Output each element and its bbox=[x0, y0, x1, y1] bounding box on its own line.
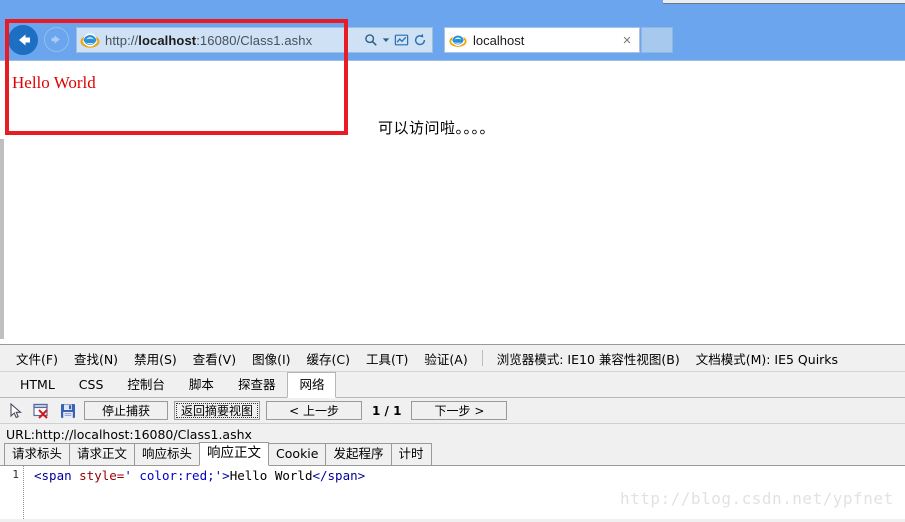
code-token-bracket: > bbox=[222, 468, 230, 483]
browser-mode-label[interactable]: 浏览器模式: IE10 兼容性视图(B) bbox=[489, 349, 688, 368]
address-bar-text[interactable]: http://localhost:16080/Class1.ashx bbox=[100, 33, 364, 48]
subtab-response-body[interactable]: 响应正文 bbox=[199, 441, 270, 466]
forward-arrow-icon bbox=[51, 35, 60, 44]
refresh-icon[interactable] bbox=[413, 33, 427, 47]
code-token-tag-end: </span> bbox=[312, 468, 366, 483]
address-path: :16080/Class1.ashx bbox=[196, 32, 313, 48]
background-window-edge bbox=[663, 0, 905, 4]
step-pager-label: 1 / 1 bbox=[372, 403, 402, 418]
menubar-divider bbox=[481, 350, 483, 366]
tab-title[interactable]: localhost bbox=[467, 33, 619, 48]
address-host: localhost bbox=[138, 32, 197, 48]
stop-capture-button[interactable]: 停止捕获 bbox=[84, 401, 168, 420]
subtab-request-body[interactable]: 请求正文 bbox=[69, 443, 136, 465]
clear-capture-icon[interactable] bbox=[32, 401, 52, 421]
compatibility-view-icon[interactable] bbox=[394, 33, 409, 47]
menu-images[interactable]: 图像(I) bbox=[244, 349, 298, 368]
back-button[interactable] bbox=[8, 25, 38, 55]
tab-favicon-internet-explorer-icon bbox=[449, 34, 467, 47]
browser-window: http://localhost:16080/Class1.ashx local… bbox=[0, 0, 905, 522]
page-chinese-note: 可以访问啦。。。。 bbox=[378, 119, 496, 137]
forward-button[interactable] bbox=[44, 27, 69, 52]
code-token-tag-open: <span bbox=[34, 468, 80, 483]
address-bar-icons bbox=[364, 33, 432, 47]
page-scrollbar[interactable] bbox=[0, 139, 4, 339]
window-titlebar bbox=[0, 0, 905, 22]
chevron-down-icon[interactable] bbox=[382, 36, 390, 44]
pointer-select-icon[interactable] bbox=[6, 401, 26, 421]
tab-profiler[interactable]: 探查器 bbox=[226, 372, 288, 397]
code-line-number: 1 bbox=[0, 466, 24, 519]
menu-disable[interactable]: 禁用(S) bbox=[126, 349, 185, 368]
request-url-label: URL:http://localhost:16080/Class1.ashx bbox=[0, 424, 905, 444]
devtools-tabbar: HTML CSS 控制台 脚本 探查器 网络 bbox=[0, 371, 905, 398]
tab-console[interactable]: 控制台 bbox=[115, 372, 177, 397]
subtab-cookie[interactable]: Cookie bbox=[268, 443, 327, 465]
save-icon[interactable] bbox=[58, 401, 78, 421]
subtab-initiator[interactable]: 发起程序 bbox=[325, 443, 392, 465]
close-icon[interactable]: × bbox=[619, 33, 639, 48]
search-icon[interactable] bbox=[364, 33, 378, 47]
network-toolbar: 停止捕获 返回摘要视图 < 上一步 1 / 1 下一步 > bbox=[0, 398, 905, 424]
tab-script[interactable]: 脚本 bbox=[177, 372, 226, 397]
subtab-timing[interactable]: 计时 bbox=[390, 443, 432, 465]
document-mode-label[interactable]: 文档模式(M): IE5 Quirks bbox=[688, 349, 846, 368]
previous-step-button[interactable]: < 上一步 bbox=[266, 401, 363, 420]
network-detail-tabbar: 请求标头 请求正文 响应标头 响应正文 Cookie 发起程序 计时 bbox=[0, 441, 905, 466]
watermark-text: http://blog.csdn.net/ypfnet bbox=[620, 489, 894, 508]
menu-find[interactable]: 查找(N) bbox=[66, 349, 126, 368]
tab-html[interactable]: HTML bbox=[8, 372, 67, 397]
menu-file[interactable]: 文件(F) bbox=[8, 349, 66, 368]
menu-validate[interactable]: 验证(A) bbox=[416, 349, 475, 368]
tab-network[interactable]: 网络 bbox=[287, 371, 337, 398]
tab-css[interactable]: CSS bbox=[67, 372, 116, 397]
back-to-summary-button[interactable]: 返回摘要视图 bbox=[174, 401, 261, 420]
code-token-attr-name: style= bbox=[79, 468, 125, 483]
browser-tab[interactable]: localhost × bbox=[444, 27, 640, 53]
internet-explorer-icon bbox=[80, 33, 100, 48]
subtab-request-headers[interactable]: 请求标头 bbox=[4, 443, 71, 465]
menu-view[interactable]: 查看(V) bbox=[185, 349, 244, 368]
address-bar[interactable]: http://localhost:16080/Class1.ashx bbox=[76, 27, 433, 53]
menu-cache[interactable]: 缓存(C) bbox=[299, 349, 358, 368]
code-token-text: Hello World bbox=[229, 468, 313, 483]
devtools-menubar: 文件(F) 查找(N) 禁用(S) 查看(V) 图像(I) 缓存(C) 工具(T… bbox=[0, 345, 905, 372]
next-step-button[interactable]: 下一步 > bbox=[411, 401, 508, 420]
address-scheme: http:// bbox=[105, 32, 139, 48]
page-viewport: Hello World 可以访问啦。。。。 bbox=[0, 60, 905, 344]
code-token-attr-value: ' color:red;' bbox=[124, 468, 223, 483]
subtab-response-headers[interactable]: 响应标头 bbox=[134, 443, 201, 465]
menu-tools[interactable]: 工具(T) bbox=[358, 349, 416, 368]
page-hello-world-text: Hello World bbox=[12, 73, 96, 92]
back-arrow-icon bbox=[19, 34, 30, 46]
new-tab-button[interactable] bbox=[641, 27, 673, 53]
